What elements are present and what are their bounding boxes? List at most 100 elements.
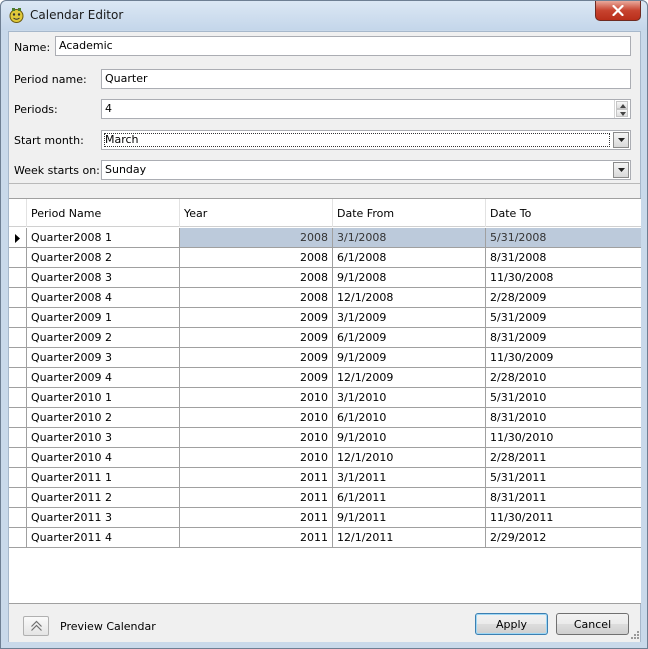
row-indicator-cell[interactable] — [9, 288, 27, 308]
cell-year[interactable]: 2011 — [180, 488, 333, 508]
cell-year[interactable]: 2008 — [180, 228, 333, 248]
title-bar[interactable]: Calendar Editor — [1, 1, 647, 30]
table-row[interactable]: Quarter2008 3 2008 9/1/2008 11/30/2008 — [9, 268, 641, 288]
cell-period-name[interactable]: Quarter2010 3 — [27, 428, 180, 448]
table-row[interactable]: Quarter2009 1 2009 3/1/2009 5/31/2009 — [9, 308, 641, 328]
spin-down-button[interactable] — [616, 109, 628, 117]
row-indicator-cell[interactable] — [9, 308, 27, 328]
cell-date-to[interactable]: 5/31/2011 — [486, 468, 641, 488]
table-row[interactable]: Quarter2009 3 2009 9/1/2009 11/30/2009 — [9, 348, 641, 368]
cell-period-name[interactable]: Quarter2009 3 — [27, 348, 180, 368]
start-month-dropdown-button[interactable] — [613, 132, 629, 148]
table-row[interactable]: Quarter2010 4 2010 12/1/2010 2/28/2011 — [9, 448, 641, 468]
column-header-date-from[interactable]: Date From — [333, 199, 486, 227]
cell-year[interactable]: 2009 — [180, 368, 333, 388]
cell-date-to[interactable]: 8/31/2009 — [486, 328, 641, 348]
cell-period-name[interactable]: Quarter2008 3 — [27, 268, 180, 288]
period-name-field[interactable]: Quarter — [101, 69, 631, 89]
cell-year[interactable]: 2009 — [180, 348, 333, 368]
cell-date-from[interactable]: 6/1/2011 — [333, 488, 486, 508]
table-row[interactable]: Quarter2011 2 2011 6/1/2011 8/31/2011 — [9, 488, 641, 508]
cell-date-from[interactable]: 12/1/2010 — [333, 448, 486, 468]
row-indicator-cell[interactable] — [9, 468, 27, 488]
cell-year[interactable]: 2011 — [180, 528, 333, 548]
table-row[interactable]: Quarter2008 2 2008 6/1/2008 8/31/2008 — [9, 248, 641, 268]
cell-date-to[interactable]: 2/28/2009 — [486, 288, 641, 308]
cell-date-from[interactable]: 9/1/2011 — [333, 508, 486, 528]
cell-date-to[interactable]: 5/31/2010 — [486, 388, 641, 408]
cell-date-from[interactable]: 9/1/2010 — [333, 428, 486, 448]
cell-period-name[interactable]: Quarter2009 1 — [27, 308, 180, 328]
resize-grip-icon[interactable] — [629, 629, 639, 639]
table-row[interactable]: Quarter2008 4 2008 12/1/2008 2/28/2009 — [9, 288, 641, 308]
row-indicator-cell[interactable] — [9, 488, 27, 508]
cell-date-to[interactable]: 11/30/2008 — [486, 268, 641, 288]
row-indicator-cell[interactable] — [9, 268, 27, 288]
close-button[interactable] — [595, 1, 641, 21]
cell-year[interactable]: 2011 — [180, 468, 333, 488]
cell-date-to[interactable]: 11/30/2010 — [486, 428, 641, 448]
cell-period-name[interactable]: Quarter2009 2 — [27, 328, 180, 348]
cell-date-from[interactable]: 3/1/2011 — [333, 468, 486, 488]
cell-date-to[interactable]: 5/31/2008 — [486, 228, 641, 248]
cell-period-name[interactable]: Quarter2008 2 — [27, 248, 180, 268]
row-indicator-cell[interactable] — [9, 248, 27, 268]
table-row[interactable]: Quarter2009 2 2009 6/1/2009 8/31/2009 — [9, 328, 641, 348]
cell-date-from[interactable]: 6/1/2009 — [333, 328, 486, 348]
cell-date-to[interactable]: 11/30/2011 — [486, 508, 641, 528]
row-indicator-cell[interactable] — [9, 508, 27, 528]
start-month-select[interactable]: March — [101, 130, 631, 150]
row-indicator-cell[interactable] — [9, 428, 27, 448]
row-indicator-cell[interactable] — [9, 228, 27, 248]
cell-date-to[interactable]: 8/31/2010 — [486, 408, 641, 428]
cell-date-to[interactable]: 11/30/2009 — [486, 348, 641, 368]
column-header-date-to[interactable]: Date To — [486, 199, 641, 227]
table-row[interactable]: Quarter2011 4 2011 12/1/2011 2/29/2012 — [9, 528, 641, 548]
cell-date-from[interactable]: 9/1/2009 — [333, 348, 486, 368]
cell-date-from[interactable]: 12/1/2008 — [333, 288, 486, 308]
cell-date-to[interactable]: 5/31/2009 — [486, 308, 641, 328]
cell-date-from[interactable]: 9/1/2008 — [333, 268, 486, 288]
cell-year[interactable]: 2008 — [180, 248, 333, 268]
table-row[interactable]: Quarter2009 4 2009 12/1/2009 2/28/2010 — [9, 368, 641, 388]
table-row[interactable]: Quarter2010 3 2010 9/1/2010 11/30/2010 — [9, 428, 641, 448]
cell-year[interactable]: 2009 — [180, 308, 333, 328]
table-row[interactable]: Quarter2010 2 2010 6/1/2010 8/31/2010 — [9, 408, 641, 428]
table-row[interactable]: Quarter2010 1 2010 3/1/2010 5/31/2010 — [9, 388, 641, 408]
cell-date-to[interactable]: 8/31/2011 — [486, 488, 641, 508]
cell-period-name[interactable]: Quarter2011 3 — [27, 508, 180, 528]
cell-period-name[interactable]: Quarter2010 2 — [27, 408, 180, 428]
column-header-year[interactable]: Year — [180, 199, 333, 227]
periods-grid[interactable]: Period Name Year Date From Date To Quart… — [9, 198, 641, 604]
week-starts-dropdown-button[interactable] — [613, 162, 629, 178]
cell-period-name[interactable]: Quarter2011 2 — [27, 488, 180, 508]
cell-period-name[interactable]: Quarter2011 1 — [27, 468, 180, 488]
cell-year[interactable]: 2010 — [180, 408, 333, 428]
row-indicator-cell[interactable] — [9, 528, 27, 548]
cell-date-from[interactable]: 6/1/2010 — [333, 408, 486, 428]
cell-date-from[interactable]: 3/1/2009 — [333, 308, 486, 328]
cell-date-from[interactable]: 12/1/2009 — [333, 368, 486, 388]
week-starts-select[interactable]: Sunday — [101, 160, 631, 180]
cell-date-from[interactable]: 6/1/2008 — [333, 248, 486, 268]
apply-button[interactable]: Apply — [475, 613, 548, 635]
cell-date-from[interactable]: 3/1/2008 — [333, 228, 486, 248]
table-row[interactable]: Quarter2011 1 2011 3/1/2011 5/31/2011 — [9, 468, 641, 488]
spin-up-button[interactable] — [616, 101, 628, 109]
cell-period-name[interactable]: Quarter2009 4 — [27, 368, 180, 388]
row-indicator-cell[interactable] — [9, 448, 27, 468]
column-header-period-name[interactable]: Period Name — [27, 199, 180, 227]
name-field[interactable]: Academic — [55, 36, 631, 56]
cancel-button[interactable]: Cancel — [556, 613, 629, 635]
cell-year[interactable]: 2009 — [180, 328, 333, 348]
cell-year[interactable]: 2010 — [180, 388, 333, 408]
cell-year[interactable]: 2011 — [180, 508, 333, 528]
cell-year[interactable]: 2008 — [180, 268, 333, 288]
cell-date-from[interactable]: 12/1/2011 — [333, 528, 486, 548]
cell-year[interactable]: 2010 — [180, 448, 333, 468]
cell-date-to[interactable]: 8/31/2008 — [486, 248, 641, 268]
row-indicator-cell[interactable] — [9, 388, 27, 408]
cell-period-name[interactable]: Quarter2008 4 — [27, 288, 180, 308]
periods-stepper[interactable]: 4 — [101, 99, 631, 119]
row-indicator-cell[interactable] — [9, 348, 27, 368]
